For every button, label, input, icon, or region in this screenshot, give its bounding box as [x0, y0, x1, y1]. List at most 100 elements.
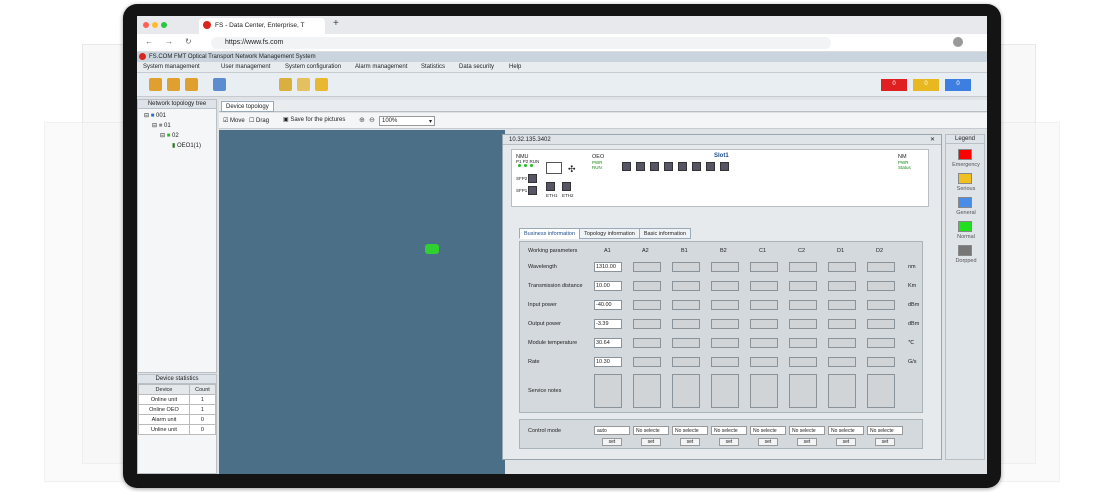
control-mode-select[interactable]: No selecte	[789, 426, 825, 435]
param-value-cell[interactable]	[750, 319, 778, 329]
service-notes-a1[interactable]	[594, 374, 622, 408]
param-value-cell[interactable]	[711, 281, 739, 291]
param-value-cell[interactable]	[711, 262, 739, 272]
control-mode-select[interactable]: No selecte	[711, 426, 747, 435]
menu-alarm-management[interactable]: Alarm management	[355, 64, 407, 70]
param-value-cell[interactable]	[633, 319, 661, 329]
eth2-port[interactable]	[562, 182, 571, 191]
param-value-cell[interactable]	[711, 338, 739, 348]
service-notes-c1[interactable]	[750, 374, 778, 408]
forward-icon[interactable]: →	[165, 37, 173, 46]
param-value-cell[interactable]	[867, 338, 895, 348]
param-value-cell[interactable]	[672, 300, 700, 310]
param-value-a1[interactable]: 1310.00	[594, 262, 622, 272]
param-value-cell[interactable]	[789, 357, 817, 367]
drag-checkbox[interactable]: ☐ Drag	[249, 117, 269, 124]
port-a2[interactable]	[636, 162, 645, 171]
port-b2[interactable]	[664, 162, 673, 171]
param-value-a1[interactable]: 30.64	[594, 338, 622, 348]
param-value-a1[interactable]: 10.00	[594, 281, 622, 291]
back-icon[interactable]: ←	[145, 37, 153, 46]
control-mode-select[interactable]: No selecte	[750, 426, 786, 435]
service-notes-c2[interactable]	[789, 374, 817, 408]
sfp1-port[interactable]	[528, 186, 537, 195]
param-value-cell[interactable]	[867, 319, 895, 329]
tree-node-01[interactable]: ⊟ ■ 01	[152, 122, 171, 129]
param-value-cell[interactable]	[789, 262, 817, 272]
param-value-cell[interactable]	[750, 357, 778, 367]
set-button[interactable]: set	[875, 438, 895, 446]
service-notes-b2[interactable]	[711, 374, 739, 408]
control-mode-select[interactable]: auto	[594, 426, 630, 435]
move-checkbox[interactable]: ☑ Move	[223, 117, 245, 124]
minimize-window-icon[interactable]	[152, 22, 158, 28]
device-edit-icon[interactable]	[167, 78, 180, 91]
set-button[interactable]: set	[641, 438, 661, 446]
topology-canvas[interactable]	[219, 130, 505, 474]
param-value-cell[interactable]	[828, 281, 856, 291]
general-alarm-count[interactable]: 0	[945, 79, 971, 91]
close-dialog-icon[interactable]: ✕	[930, 136, 935, 143]
param-value-cell[interactable]	[789, 281, 817, 291]
param-value-cell[interactable]	[633, 262, 661, 272]
param-value-cell[interactable]	[867, 262, 895, 272]
set-button[interactable]: set	[602, 438, 622, 446]
port-c1[interactable]	[678, 162, 687, 171]
zoom-out-icon[interactable]: ⊖	[369, 116, 375, 124]
control-mode-select[interactable]: No selecte	[828, 426, 864, 435]
param-value-cell[interactable]	[711, 300, 739, 310]
reload-icon[interactable]: ↻	[185, 37, 192, 46]
control-mode-select[interactable]: No selecte	[867, 426, 903, 435]
url-field[interactable]: https://www.fs.com	[211, 37, 831, 49]
service-notes-d2[interactable]	[867, 374, 895, 408]
save-pictures-button[interactable]: ▣ Save for the pictures	[283, 116, 345, 123]
serious-alarm-count[interactable]: 0	[913, 79, 939, 91]
download-icon[interactable]	[213, 78, 226, 91]
menu-data-security[interactable]: Data security	[459, 64, 494, 70]
control-mode-select[interactable]: No selecte	[672, 426, 708, 435]
param-value-cell[interactable]	[672, 262, 700, 272]
menu-help[interactable]: Help	[509, 64, 521, 70]
set-button[interactable]: set	[758, 438, 778, 446]
param-value-cell[interactable]	[867, 300, 895, 310]
port-a1[interactable]	[622, 162, 631, 171]
tab-basic-information[interactable]: Basic information	[638, 228, 692, 239]
set-button[interactable]: set	[836, 438, 856, 446]
device-add-icon[interactable]	[149, 78, 162, 91]
port-c2[interactable]	[692, 162, 701, 171]
param-value-cell[interactable]	[672, 281, 700, 291]
param-value-cell[interactable]	[789, 319, 817, 329]
control-mode-select[interactable]: No selecte	[633, 426, 669, 435]
tab-business-information[interactable]: Business information	[519, 228, 581, 239]
param-value-cell[interactable]	[828, 338, 856, 348]
tree-node-oeo1[interactable]: ▮ OEO1(1)	[172, 142, 201, 149]
maximize-window-icon[interactable]	[161, 22, 167, 28]
param-value-a1[interactable]: 10.30	[594, 357, 622, 367]
close-window-icon[interactable]	[143, 22, 149, 28]
service-notes-a2[interactable]	[633, 374, 661, 408]
param-value-cell[interactable]	[633, 357, 661, 367]
tab-topology-information[interactable]: Topology information	[579, 228, 640, 239]
param-value-cell[interactable]	[828, 262, 856, 272]
emergency-alarm-count[interactable]: 0	[881, 79, 907, 91]
service-notes-d1[interactable]	[828, 374, 856, 408]
param-value-cell[interactable]	[750, 281, 778, 291]
set-button[interactable]: set	[797, 438, 817, 446]
param-value-a1[interactable]: -40.00	[594, 300, 622, 310]
eth1-port[interactable]	[546, 182, 555, 191]
menu-system-configuration[interactable]: System configuration	[285, 64, 341, 70]
service-notes-b1[interactable]	[672, 374, 700, 408]
oeo-device-icon[interactable]	[425, 244, 439, 254]
param-value-cell[interactable]	[711, 319, 739, 329]
param-value-cell[interactable]	[633, 300, 661, 310]
menu-system-management[interactable]: System management	[143, 64, 200, 70]
param-value-cell[interactable]	[750, 300, 778, 310]
menu-statistics[interactable]: Statistics	[421, 64, 445, 70]
param-value-cell[interactable]	[672, 319, 700, 329]
param-value-cell[interactable]	[750, 262, 778, 272]
profile-icon[interactable]	[953, 37, 963, 47]
port-d1[interactable]	[706, 162, 715, 171]
param-value-cell[interactable]	[633, 338, 661, 348]
tab-device-topology[interactable]: Device topology	[221, 101, 274, 112]
menu-user-management[interactable]: User management	[221, 64, 270, 70]
